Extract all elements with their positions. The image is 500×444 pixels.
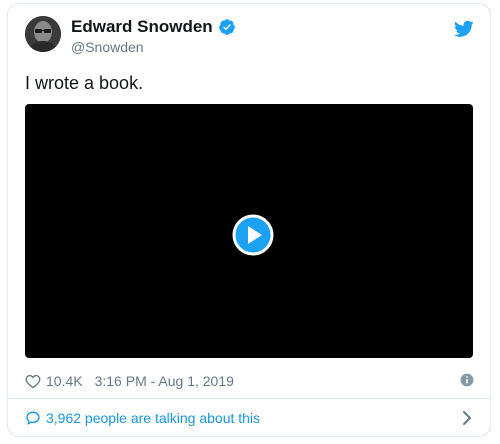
author-name[interactable]: Edward Snowden [71, 17, 213, 37]
author-name-row[interactable]: Edward Snowden [71, 17, 236, 37]
chevron-right-icon[interactable] [462, 410, 472, 426]
play-icon[interactable] [232, 214, 274, 256]
verified-badge-icon [218, 19, 235, 35]
tweet-meta: 10.4K 3:16 PM - Aug 1, 2019 [25, 372, 234, 390]
conversation-text[interactable]: 3,962 people are talking about this [46, 409, 260, 427]
author-handle[interactable]: @Snowden [71, 38, 144, 56]
info-icon[interactable] [460, 373, 474, 387]
tweet-timestamp[interactable]: 3:16 PM - Aug 1, 2019 [95, 372, 234, 390]
tweet-text: I wrote a book. [25, 73, 144, 93]
twitter-bird-icon[interactable] [454, 20, 474, 38]
divider [8, 398, 490, 399]
speech-bubble-icon [26, 411, 40, 425]
tweet-card[interactable]: Edward Snowden @Snowden I wrote a book. … [7, 3, 491, 437]
avatar[interactable] [25, 16, 61, 52]
conversation-link[interactable]: 3,962 people are talking about this [25, 409, 260, 427]
avatar-image [25, 16, 61, 52]
like-count[interactable]: 10.4K [46, 372, 83, 390]
heart-icon[interactable] [25, 373, 41, 389]
video-player[interactable] [25, 104, 473, 358]
